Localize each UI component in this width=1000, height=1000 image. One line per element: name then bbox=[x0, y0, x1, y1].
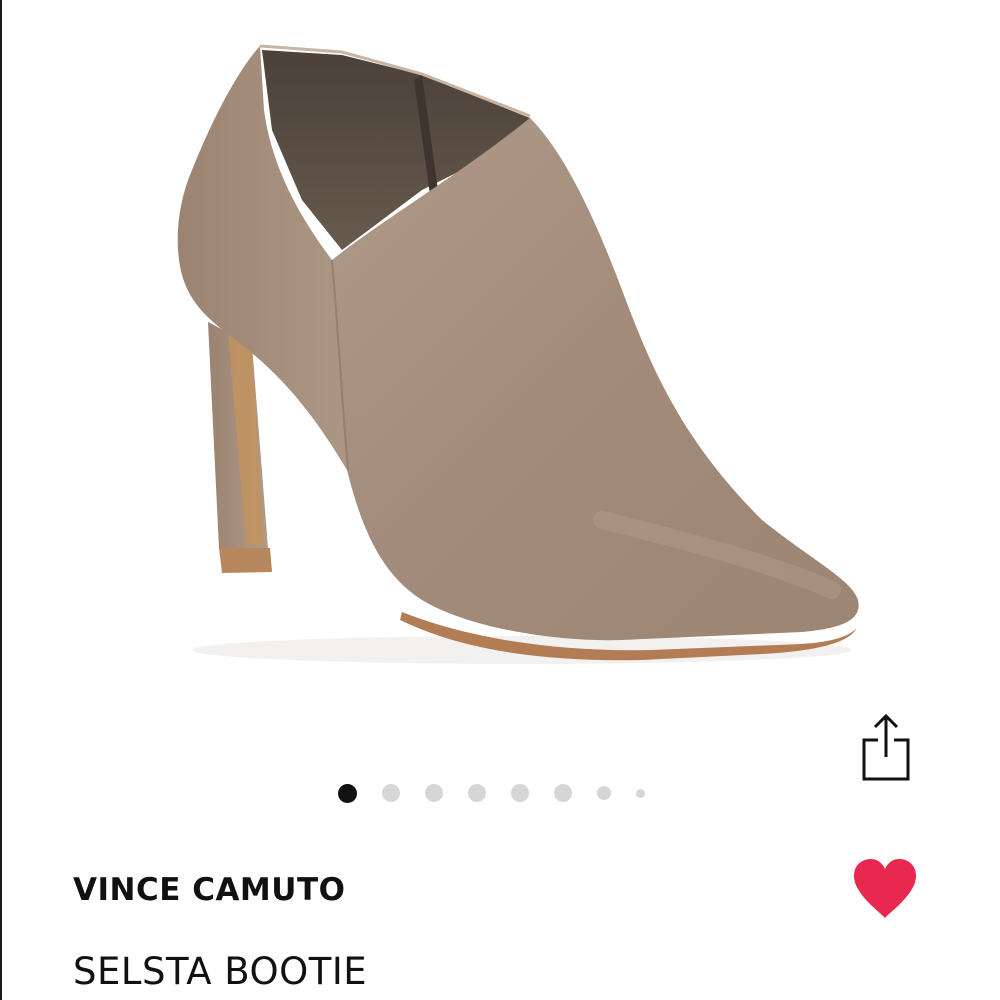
gallery-dot[interactable] bbox=[554, 784, 572, 802]
gallery-dot[interactable] bbox=[382, 784, 400, 802]
product-title: SELSTA BOOTIE bbox=[73, 950, 368, 993]
gallery-dot[interactable] bbox=[636, 788, 645, 798]
gallery-dot[interactable] bbox=[597, 786, 611, 800]
gallery-pagination-dots bbox=[338, 782, 670, 804]
gallery-dot[interactable] bbox=[338, 783, 357, 803]
share-button[interactable] bbox=[858, 708, 914, 784]
gallery-dot[interactable] bbox=[425, 784, 443, 802]
brand-name: VINCE CAMUTO bbox=[73, 872, 346, 908]
product-image bbox=[177, 44, 859, 664]
share-icon bbox=[862, 713, 910, 781]
gallery-dot[interactable] bbox=[468, 784, 486, 802]
product-image-gallery[interactable] bbox=[2, 0, 1000, 760]
gallery-dot[interactable] bbox=[511, 784, 529, 802]
favorite-button[interactable] bbox=[850, 856, 920, 922]
product-detail-page: VINCE CAMUTO SELSTA BOOTIE bbox=[0, 0, 1000, 1000]
heart-icon bbox=[854, 859, 916, 918]
